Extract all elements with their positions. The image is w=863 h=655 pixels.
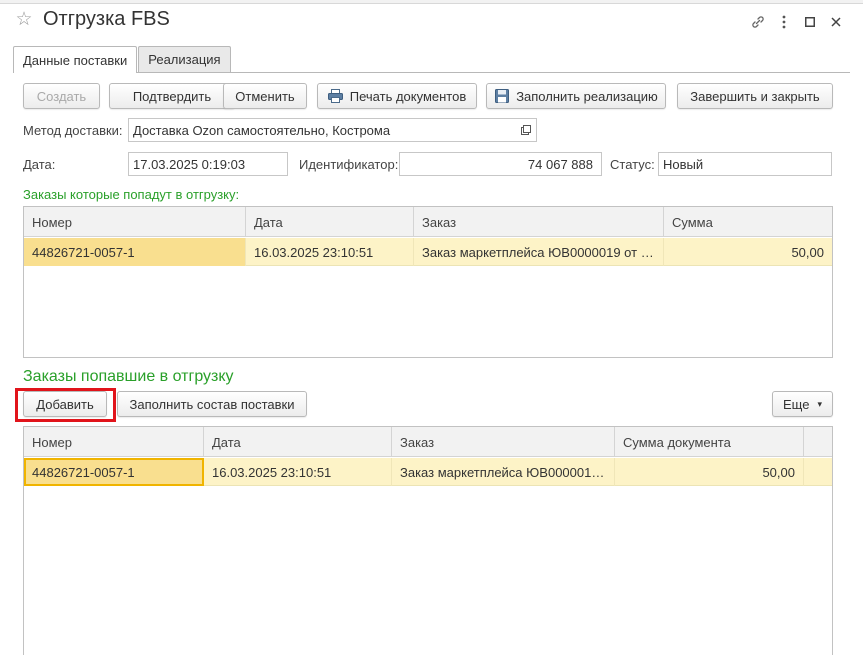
more-menu-icon[interactable] bbox=[771, 12, 797, 32]
window-controls bbox=[745, 12, 849, 32]
cell-number: 44826721-0057-1 bbox=[24, 238, 246, 266]
cell-date: 16.03.2025 23:10:51 bbox=[204, 458, 392, 486]
fill-realization-button[interactable]: Заполнить реализацию bbox=[486, 83, 666, 109]
column-header-order[interactable]: Заказ bbox=[392, 427, 615, 457]
cell-sum: 50,00 bbox=[791, 244, 824, 260]
confirm-button[interactable]: Подтвердить bbox=[109, 83, 235, 109]
cancel-button[interactable]: Отменить bbox=[223, 83, 307, 109]
status-label: Статус: bbox=[610, 157, 655, 172]
table-row[interactable]: 44826721-0057-1 16.03.2025 23:10:51 Зака… bbox=[24, 458, 832, 486]
column-header-document-sum[interactable]: Сумма документа bbox=[615, 427, 804, 457]
window-title: Отгрузка FBS bbox=[43, 8, 170, 30]
identifier-field[interactable]: 74 067 888 bbox=[399, 152, 602, 176]
cell-date: 16.03.2025 23:10:51 bbox=[246, 238, 414, 266]
finish-and-close-button[interactable]: Завершить и закрыть bbox=[677, 83, 833, 109]
column-header-date[interactable]: Дата bbox=[246, 207, 414, 237]
tab-delivery-data[interactable]: Данные поставки bbox=[13, 46, 138, 73]
save-disk-icon bbox=[494, 88, 510, 104]
orders-to-ship-table[interactable]: Номер Дата Заказ Сумма 44826721-0057-1 1… bbox=[23, 206, 833, 358]
cell-order: Заказ маркетплейса ЮВ0000019 от 16.03.20… bbox=[414, 238, 664, 266]
tab-panel-border bbox=[13, 72, 850, 73]
print-documents-button[interactable]: Печать документов bbox=[317, 83, 477, 109]
delivery-method-field[interactable]: Доставка Ozon самостоятельно, Кострома bbox=[128, 118, 516, 142]
link-icon[interactable] bbox=[745, 12, 771, 32]
more-button[interactable]: Еще ▾ bbox=[772, 391, 833, 417]
column-header-date[interactable]: Дата bbox=[204, 427, 392, 457]
cell-order: Заказ маркетплейса ЮВ0000019 от 16.03.20… bbox=[392, 458, 615, 486]
date-label: Дата: bbox=[23, 157, 56, 172]
column-header-number[interactable]: Номер bbox=[24, 207, 246, 237]
cell-spacer bbox=[804, 458, 832, 486]
cell-number: 44826721-0057-1 bbox=[24, 458, 204, 486]
delivery-method-label: Метод доставки: bbox=[23, 123, 123, 138]
column-header-spacer bbox=[804, 427, 832, 457]
column-header-sum[interactable]: Сумма bbox=[664, 207, 832, 237]
date-field[interactable]: 17.03.2025 0:19:03 bbox=[128, 152, 288, 176]
orders-to-ship-title: Заказы которые попадут в отгрузку: bbox=[23, 187, 240, 202]
maximize-icon[interactable] bbox=[797, 12, 823, 32]
status-field[interactable]: Новый bbox=[658, 152, 832, 176]
highlight-annotation-frame bbox=[15, 388, 116, 422]
window-titlebar: ☆ Отгрузка FBS bbox=[0, 4, 863, 42]
table-row[interactable]: 44826721-0057-1 16.03.2025 23:10:51 Зака… bbox=[24, 238, 832, 266]
create-button[interactable]: Создать bbox=[23, 83, 100, 109]
favorite-star-icon[interactable]: ☆ bbox=[14, 10, 34, 30]
chevron-down-icon: ▾ bbox=[817, 398, 822, 409]
close-icon[interactable] bbox=[823, 12, 849, 32]
tab-strip: Данные поставки Реализация bbox=[13, 46, 232, 73]
identifier-label: Идентификатор: bbox=[299, 157, 399, 172]
column-header-order[interactable]: Заказ bbox=[414, 207, 664, 237]
fill-delivery-composition-button[interactable]: Заполнить состав поставки bbox=[117, 391, 307, 417]
orders-shipped-title: Заказы попавшие в отгрузку bbox=[23, 368, 234, 385]
tab-realization[interactable]: Реализация bbox=[138, 46, 231, 72]
table-header: Номер Дата Заказ Сумма документа bbox=[24, 427, 832, 457]
orders-shipped-table[interactable]: Номер Дата Заказ Сумма документа 4482672… bbox=[23, 426, 833, 655]
open-form-icon[interactable] bbox=[515, 118, 537, 142]
table-header: Номер Дата Заказ Сумма bbox=[24, 207, 832, 237]
cell-sum: 50,00 bbox=[615, 458, 804, 486]
printer-icon bbox=[328, 88, 344, 104]
column-header-number[interactable]: Номер bbox=[24, 427, 204, 457]
